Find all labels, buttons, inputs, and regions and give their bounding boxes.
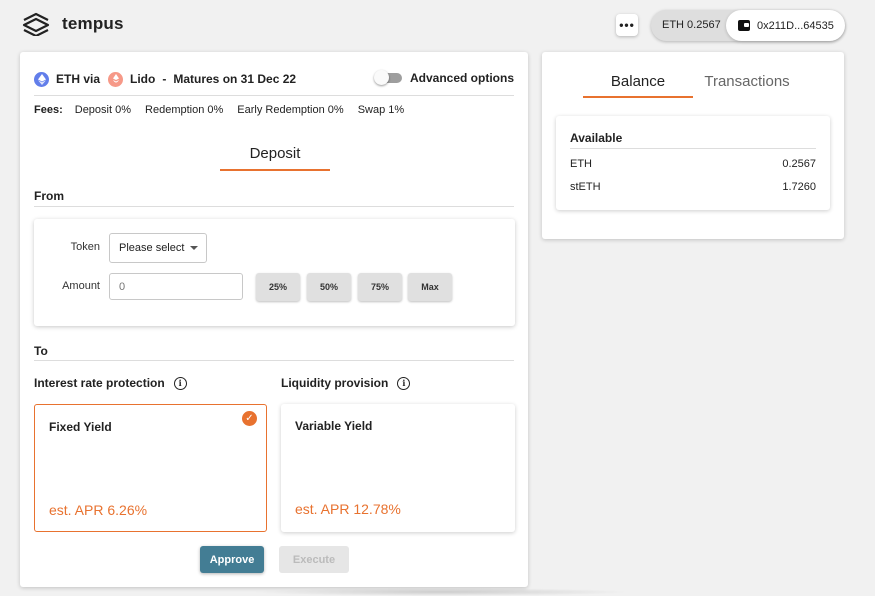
wallet-icon [738, 20, 750, 31]
tempus-logo-icon [22, 12, 50, 36]
advanced-options-toggle[interactable]: Advanced options [373, 70, 514, 85]
divider [34, 360, 514, 361]
interest-label-text: Interest rate protection [34, 376, 165, 390]
wallet-address: 0x211D...64535 [757, 19, 834, 32]
percent-50-button[interactable]: 50% [307, 273, 351, 301]
pool-separator: - [162, 72, 167, 86]
approve-button[interactable]: Approve [200, 546, 264, 573]
divider [570, 148, 816, 149]
wallet-address-button[interactable]: 0x211D...64535 [726, 10, 845, 41]
wallet-balance: ETH 0.2567 [662, 19, 721, 31]
balance-token: stETH [570, 181, 601, 193]
tab-deposit[interactable]: Deposit [220, 145, 330, 162]
advanced-options-label: Advanced options [409, 71, 514, 85]
execute-button[interactable]: Execute [279, 546, 349, 573]
liquidity-provision-label: Liquidity provision i [281, 376, 411, 390]
fee-swap: Swap 1% [357, 104, 405, 116]
eth-icon [34, 71, 49, 87]
tab-balance[interactable]: Balance [583, 73, 693, 90]
variable-yield-title: Variable Yield [295, 419, 373, 433]
from-label: From [34, 189, 64, 203]
variable-yield-apr: est. APR 12.78% [295, 501, 401, 517]
to-label: To [34, 344, 48, 358]
amount-input[interactable] [109, 273, 243, 300]
info-icon[interactable]: i [173, 376, 187, 390]
wallet-pill[interactable]: ETH 0.2567 0x211D...64535 [651, 10, 845, 41]
amount-label: Amount [62, 280, 100, 292]
info-icon[interactable]: i [397, 376, 411, 390]
toggle-switch[interactable] [373, 70, 402, 85]
app-logo[interactable]: tempus [22, 12, 124, 36]
app-name: tempus [62, 14, 124, 33]
token-select-value: Please select [119, 242, 185, 254]
fee-deposit: Deposit 0% [74, 104, 132, 116]
balance-panel: Available ETH 0.2567 stETH 1.7260 [556, 116, 830, 210]
pool-info: ETH via Lido - Matures on 31 Dec 22 Adva… [34, 70, 514, 87]
fee-early-redemption: Early Redemption 0% [237, 104, 344, 116]
balance-amount: 1.7260 [782, 181, 816, 193]
tab-transactions[interactable]: Transactions [697, 73, 797, 90]
tab-underline [583, 96, 693, 98]
pool-protocol: Lido [130, 72, 156, 86]
more-options-button[interactable]: ••• [616, 14, 638, 36]
interest-rate-protection-label: Interest rate protection i [34, 376, 187, 390]
max-button[interactable]: Max [408, 273, 452, 301]
fees-row: Fees: Deposit 0% Redemption 0% Early Red… [34, 104, 418, 116]
balance-card: Balance Transactions Available ETH 0.256… [542, 52, 844, 239]
available-label: Available [570, 131, 623, 145]
fixed-yield-title: Fixed Yield [49, 420, 112, 434]
scroll-shadow [250, 588, 630, 596]
variable-yield-card[interactable]: Variable Yield est. APR 12.78% [281, 404, 515, 532]
tab-underline [220, 169, 330, 171]
deposit-card: ETH via Lido - Matures on 31 Dec 22 Adva… [20, 52, 528, 587]
percent-75-button[interactable]: 75% [358, 273, 402, 301]
balance-row: stETH 1.7260 [570, 181, 816, 193]
pool-asset: ETH via [56, 72, 101, 86]
chevron-down-icon [190, 246, 199, 250]
liquidity-label-text: Liquidity provision [281, 376, 389, 390]
pool-maturity: Matures on 31 Dec 22 [173, 72, 297, 86]
fees-label: Fees: [34, 104, 63, 116]
fee-redemption: Redemption 0% [145, 104, 224, 116]
fixed-yield-apr: est. APR 6.26% [49, 502, 148, 518]
token-label: Token [70, 241, 100, 253]
fixed-yield-card[interactable]: Fixed Yield ✓ est. APR 6.26% [34, 404, 267, 532]
from-panel: Token Please select Amount 25% 50% 75% M… [34, 219, 515, 326]
lido-icon [108, 71, 124, 87]
divider [34, 95, 514, 96]
percent-25-button[interactable]: 25% [256, 273, 300, 301]
token-select[interactable]: Please select [109, 233, 207, 263]
check-icon: ✓ [242, 411, 257, 426]
balance-amount: 0.2567 [782, 158, 816, 170]
divider [34, 206, 514, 207]
balance-token: ETH [570, 158, 592, 170]
balance-row: ETH 0.2567 [570, 158, 816, 170]
